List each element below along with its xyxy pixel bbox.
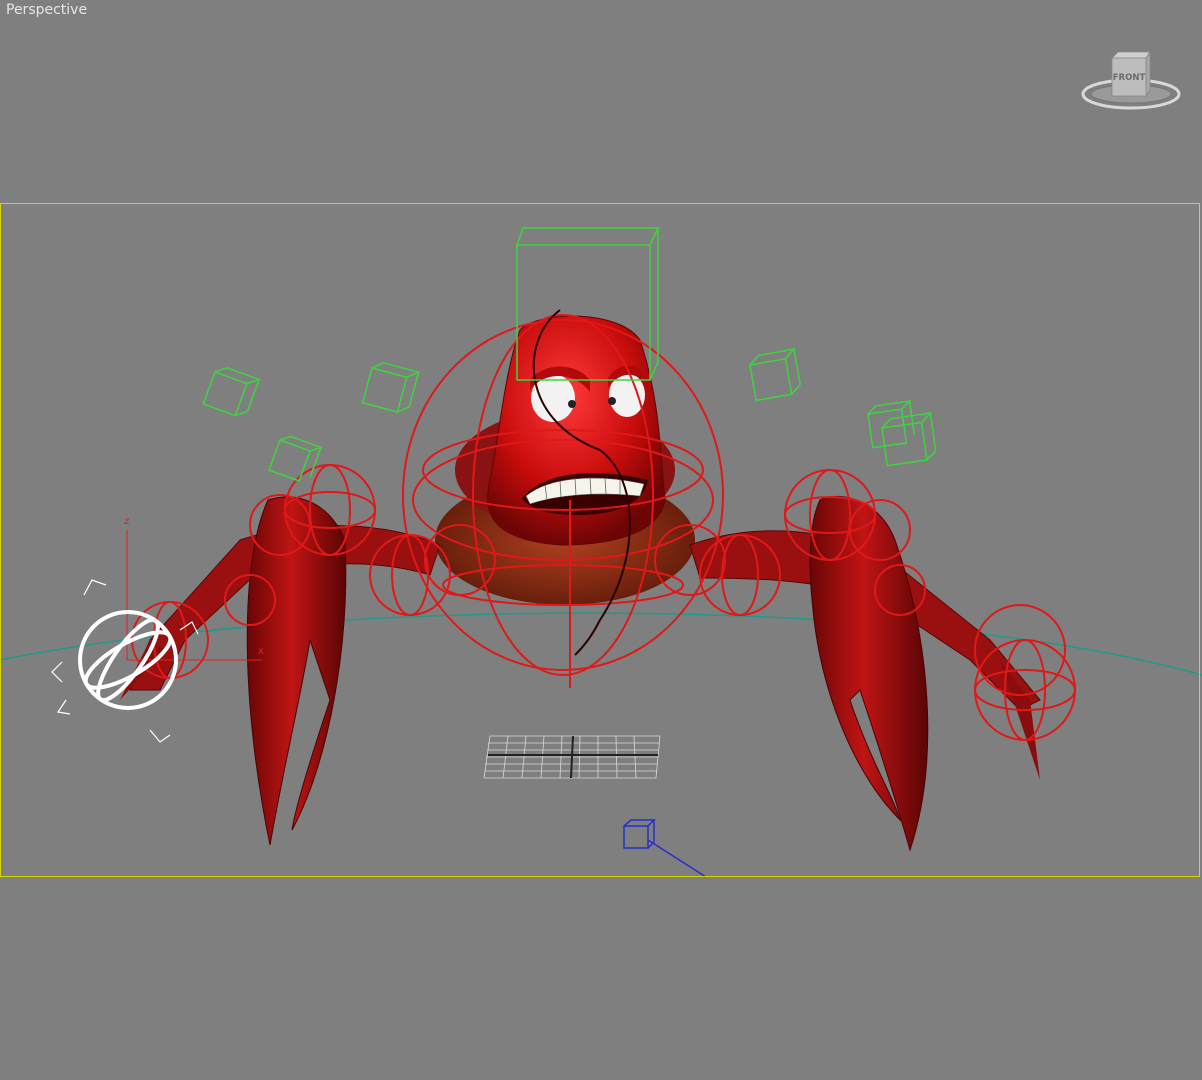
gizmo-axis-z: z bbox=[124, 516, 129, 527]
scene-canvas[interactable]: z x bbox=[0, 0, 1202, 1080]
camera-icon[interactable] bbox=[623, 819, 707, 878]
viewport-label[interactable]: Perspective bbox=[6, 2, 87, 18]
view-cube-face-label: FRONT bbox=[1113, 73, 1146, 83]
grid-object-icon[interactable] bbox=[483, 735, 661, 779]
view-cube-icon[interactable]: FRONT bbox=[1080, 48, 1182, 114]
right-claw bbox=[809, 495, 929, 852]
gizmo-axis-x: x bbox=[258, 646, 264, 657]
perspective-viewport[interactable]: z x Perspective FRONT bbox=[0, 0, 1202, 1080]
